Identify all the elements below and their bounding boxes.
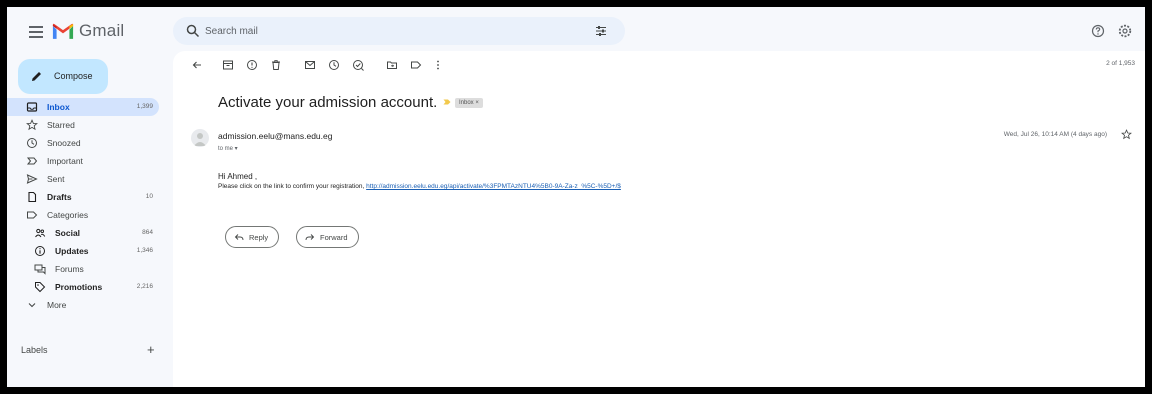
tag-icon: [35, 282, 46, 293]
sidebar-item-label: Categories: [47, 210, 89, 220]
labels-heading: Labels: [21, 345, 48, 355]
inbox-icon: [26, 102, 38, 112]
person-icon: [194, 133, 206, 146]
star-toggle-icon[interactable]: [1121, 129, 1132, 140]
sidebar-item-important[interactable]: Important: [7, 152, 159, 170]
activation-link[interactable]: http://admission.eelu.edu.eg/api/activat…: [366, 183, 621, 190]
sidebar-item-label: Promotions: [55, 282, 103, 292]
important-marker-icon[interactable]: [443, 98, 451, 106]
sidebar-item-sent[interactable]: Sent: [7, 170, 159, 188]
more-options-icon[interactable]: [432, 59, 444, 71]
sidebar-item-promotions[interactable]: Promotions 2,216: [7, 278, 159, 296]
search-input[interactable]: [205, 21, 565, 41]
people-icon: [35, 228, 46, 238]
reply-arrow-icon: [234, 234, 244, 241]
inbox-label-chip[interactable]: Inbox ×: [455, 98, 483, 108]
sidebar-item-label: Updates: [55, 246, 89, 256]
snooze-clock-icon[interactable]: [328, 59, 340, 71]
email-greeting: Hi Ahmed ,: [218, 172, 258, 181]
sidebar-item-label: Starred: [47, 120, 75, 130]
sidebar-item-more[interactable]: More: [7, 296, 159, 314]
search-options-icon[interactable]: [595, 25, 607, 37]
send-icon: [26, 174, 38, 184]
reply-label: Reply: [249, 232, 269, 242]
unread-count: 2,216: [136, 283, 153, 290]
pagination-counter: 2 of 1,953: [1106, 60, 1135, 67]
unread-count: 1,346: [136, 247, 153, 254]
move-to-folder-icon[interactable]: [386, 59, 398, 71]
sidebar-item-snoozed[interactable]: Snoozed: [7, 134, 159, 152]
archive-icon[interactable]: [222, 59, 234, 71]
sidebar-item-label: Important: [47, 156, 83, 166]
mark-unread-icon[interactable]: [304, 59, 316, 71]
sidebar-nav: Inbox 1,399 Starred Snoozed Important Se…: [7, 98, 165, 314]
pencil-icon: [32, 72, 41, 81]
add-task-icon[interactable]: [352, 59, 364, 71]
unread-count: 10: [145, 193, 153, 200]
email-subject: Activate your admission account.: [218, 94, 438, 111]
sender-email[interactable]: admission.eelu@mans.edu.eg: [218, 131, 332, 141]
sidebar-item-label: Snoozed: [47, 138, 81, 148]
delete-trash-icon[interactable]: [270, 59, 282, 71]
sidebar-item-forums[interactable]: Forums: [7, 260, 159, 278]
forum-icon: [34, 264, 46, 275]
sidebar-item-label: Sent: [47, 174, 65, 184]
app-name: Gmail: [79, 21, 125, 40]
recipient-details[interactable]: to me ▾: [218, 145, 238, 152]
sidebar-item-starred[interactable]: Starred: [7, 116, 159, 134]
compose-label: Compose: [54, 71, 93, 81]
clock-icon: [27, 138, 37, 148]
sidebar-item-label: Forums: [55, 264, 84, 274]
sender-avatar[interactable]: [191, 129, 209, 147]
sidebar-item-inbox[interactable]: Inbox 1,399: [7, 98, 159, 116]
draft-icon: [28, 191, 37, 203]
sidebar-item-drafts[interactable]: Drafts 10: [7, 188, 159, 206]
label-tag-icon[interactable]: [410, 59, 422, 71]
sidebar-item-social[interactable]: Social 864: [7, 224, 159, 242]
main-menu-icon[interactable]: [29, 26, 43, 38]
gmail-window: Gmail Compose Inbo: [7, 7, 1145, 387]
search-icon[interactable]: [186, 24, 200, 38]
label-icon: [27, 211, 38, 219]
search-bar[interactable]: [173, 17, 625, 45]
sidebar-item-label: Social: [55, 228, 81, 238]
help-icon[interactable]: [1091, 24, 1105, 38]
reply-button[interactable]: Reply: [225, 226, 280, 248]
body-text: Please click on the link to confirm your…: [218, 183, 365, 190]
back-arrow-icon[interactable]: [191, 59, 203, 71]
forward-arrow-icon: [305, 234, 315, 241]
forward-label: Forward: [320, 232, 348, 242]
reading-pane: 2 of 1,953 Activate your admission accou…: [173, 51, 1145, 387]
sidebar-item-label: More: [47, 300, 67, 310]
add-label-button[interactable]: +: [147, 342, 155, 357]
unread-count: 864: [142, 229, 153, 236]
forward-button[interactable]: Forward: [296, 226, 359, 248]
email-date: Wed, Jul 26, 10:14 AM (4 days ago): [1003, 131, 1107, 138]
compose-button[interactable]: Compose: [18, 59, 108, 94]
star-icon: [26, 119, 38, 131]
gmail-logo[interactable]: Gmail: [52, 21, 124, 41]
sidebar-item-label: Drafts: [47, 192, 72, 202]
report-spam-icon[interactable]: [246, 59, 258, 71]
message-toolbar: 2 of 1,953: [173, 51, 1145, 79]
chevron-down-icon: [28, 303, 36, 308]
sidebar-item-categories[interactable]: Categories: [7, 206, 159, 224]
email-body: Please click on the link to confirm your…: [218, 183, 621, 190]
important-icon: [26, 157, 38, 165]
settings-gear-icon[interactable]: [1118, 24, 1132, 38]
sidebar-item-updates[interactable]: Updates 1,346: [7, 242, 159, 260]
info-icon: [35, 246, 45, 256]
sidebar-item-label: Inbox: [47, 102, 70, 112]
gmail-m-icon: [52, 23, 74, 39]
unread-count: 1,399: [136, 103, 153, 110]
